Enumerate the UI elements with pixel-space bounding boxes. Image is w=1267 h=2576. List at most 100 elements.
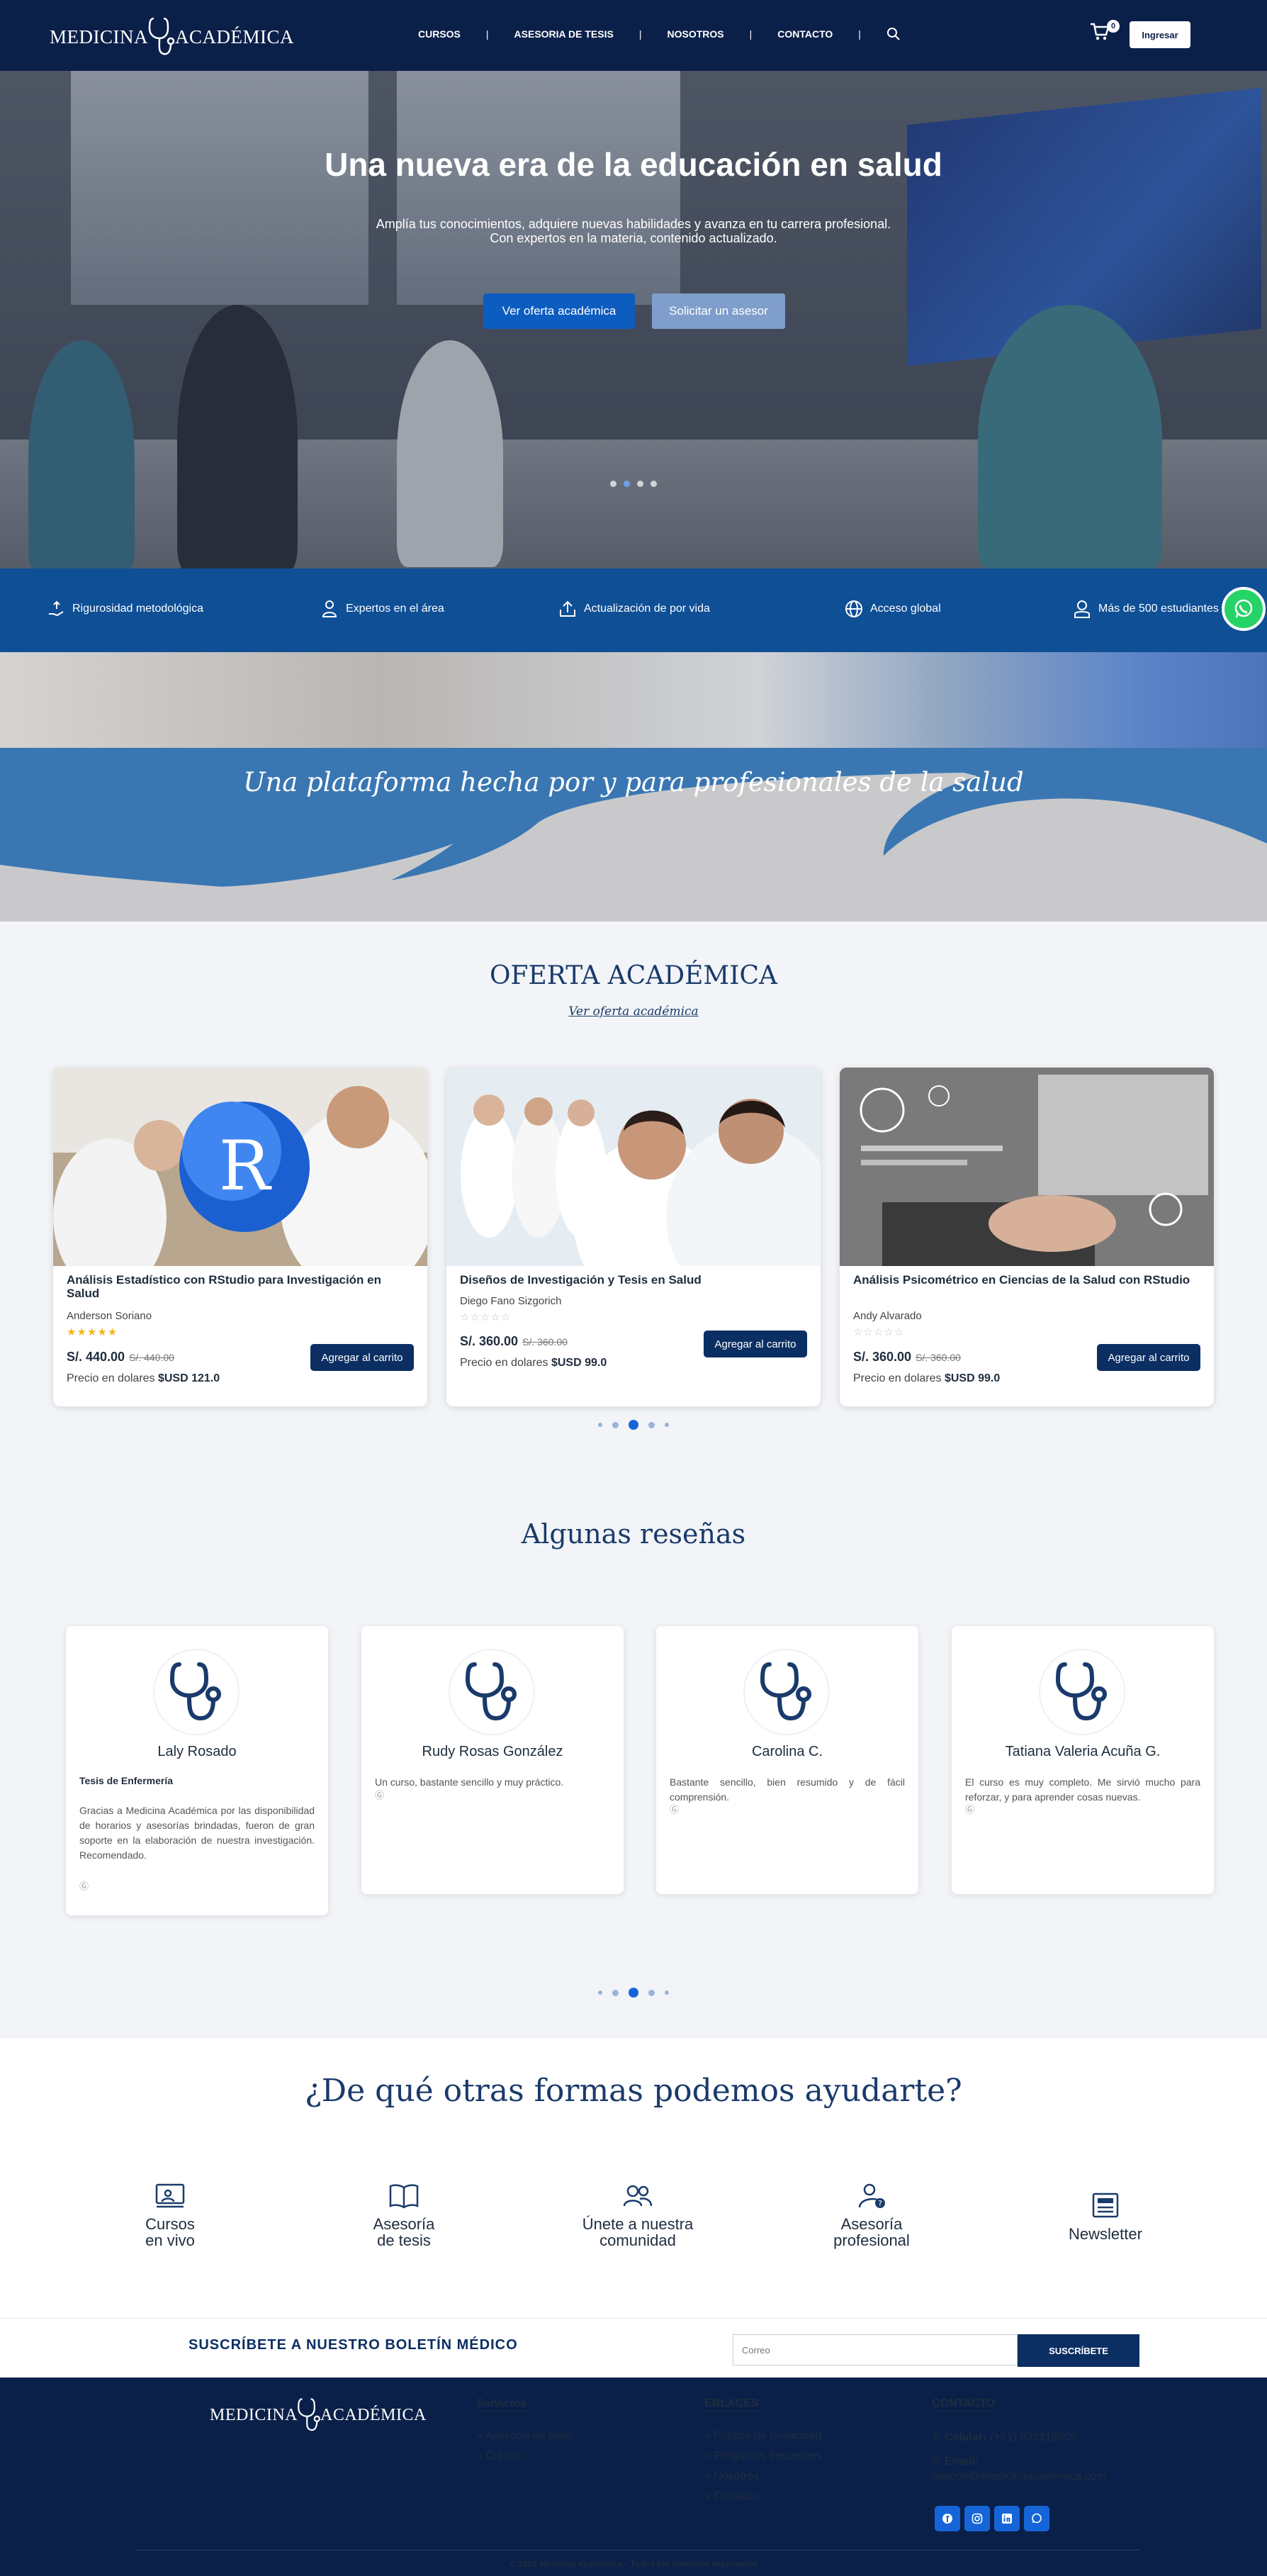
pager-dot[interactable]: [598, 1990, 602, 1995]
help-item-newsletter[interactable]: Newsletter: [1027, 2192, 1183, 2242]
footer-link-privacy[interactable]: » Política de privacidad: [704, 2430, 821, 2443]
stethoscope-icon: [1055, 1662, 1107, 1721]
logo-text-right: ACADÉMICA: [320, 2405, 427, 2424]
courses-pager: [0, 1420, 1267, 1430]
facebook-button[interactable]: [935, 2506, 960, 2531]
nav-contacto[interactable]: CONTACTO: [777, 28, 833, 40]
nav-separator: |: [638, 28, 642, 40]
stethoscope-icon: [169, 1662, 221, 1721]
add-to-cart-button[interactable]: Agregar al carrito: [1097, 1344, 1200, 1371]
nav-separator: |: [485, 28, 489, 40]
newsletter-email-input[interactable]: [733, 2334, 1018, 2365]
pager-dot-active[interactable]: [629, 1420, 638, 1430]
site-logo[interactable]: MEDICINA ACADÉMICA: [50, 16, 294, 58]
pager-dot[interactable]: [612, 1421, 619, 1428]
feature-item: Actualización de por vida: [558, 600, 710, 618]
help-item-line: profesional: [833, 2231, 910, 2249]
feature-item: Rigurosidad metodológica: [47, 600, 203, 618]
request-advisor-button[interactable]: Solicitar un asesor: [652, 293, 785, 329]
price-old: S/. 360.00: [916, 1352, 961, 1363]
hero-subtitle: Amplía tus conocimientos, adquiere nueva…: [0, 217, 1267, 245]
review-avatar: [1040, 1650, 1124, 1734]
pager-dot[interactable]: [665, 1990, 669, 1995]
help-item-line: Asesoría: [373, 2215, 435, 2233]
nav-cursos[interactable]: CURSOS: [418, 28, 461, 40]
usd-label: Precio en dolares: [67, 1372, 155, 1384]
carousel-dot[interactable]: [610, 481, 616, 487]
whatsapp-icon: [1234, 599, 1253, 618]
advisor-icon: ?: [858, 2183, 885, 2208]
carousel-dot[interactable]: [651, 481, 657, 487]
pager-dot[interactable]: [648, 1421, 655, 1428]
feature-label: Más de 500 estudiantes: [1098, 603, 1219, 615]
pager-dot-active[interactable]: [629, 1988, 638, 1998]
footer-link-about[interactable]: » Nosotros: [704, 2470, 759, 2483]
newsletter-title: SUSCRÍBETE A NUESTRO BOLETÍN MÉDICO: [188, 2337, 518, 2353]
pager-dot[interactable]: [612, 1989, 619, 1996]
nav-asesoria[interactable]: ASESORIA DE TESIS: [514, 28, 614, 40]
platform-banner: Una plataforma hecha por y para profesio…: [0, 652, 1267, 922]
view-offer-button[interactable]: Ver oferta académica: [483, 293, 635, 329]
logo-text-left: MEDICINA: [50, 26, 148, 47]
linkedin-button[interactable]: [994, 2506, 1020, 2531]
course-card[interactable]: Análisis Psicométrico en Ciencias de la …: [840, 1068, 1214, 1406]
email-icon: ✉: [932, 2455, 945, 2468]
price-current: S/. 360.00: [853, 1350, 912, 1364]
subscribe-button[interactable]: SUSCRÍBETE: [1018, 2334, 1139, 2367]
phone-icon: ✆: [932, 2431, 945, 2443]
cart-count-badge: 0: [1107, 20, 1120, 33]
course-title[interactable]: Análisis Psicométrico en Ciencias de la …: [853, 1273, 1200, 1287]
footer-link-contact[interactable]: » Contacto: [704, 2490, 759, 2503]
google-icon: Ⓖ: [670, 1804, 680, 1815]
course-author: Anderson Soriano: [67, 1310, 152, 1322]
course-card[interactable]: R Análisis Estadístico con RStudio para …: [53, 1068, 427, 1406]
add-to-cart-button[interactable]: Agregar al carrito: [704, 1331, 807, 1357]
footer-email[interactable]: soporte@medicinaacademica.com: [932, 2470, 1106, 2483]
help-item-professional-advice[interactable]: ? Asesoría profesional: [794, 2183, 950, 2249]
course-card[interactable]: Diseños de Investigación y Tesis en Salu…: [446, 1068, 821, 1406]
help-item-live-courses[interactable]: Cursos en vivo: [92, 2183, 248, 2249]
offer-title: OFERTA ACADÉMICA: [489, 961, 778, 990]
course-usd-price: Precio en dolares $USD 99.0: [853, 1372, 1000, 1385]
instagram-icon: [972, 2513, 983, 2524]
review-avatar: [154, 1650, 238, 1734]
feature-label: Actualización de por vida: [584, 603, 710, 615]
review-card: Tatiana Valeria Acuña G. El curso es muy…: [952, 1626, 1214, 1894]
search-icon[interactable]: [886, 27, 901, 41]
instagram-button[interactable]: [964, 2506, 990, 2531]
course-title[interactable]: Análisis Estadístico con RStudio para In…: [67, 1273, 414, 1300]
help-item-community[interactable]: Únete a nuestra comunidad: [560, 2183, 716, 2249]
book-icon: [389, 2184, 419, 2209]
review-text: El curso es muy completo. Me sirvió much…: [965, 1776, 1200, 1803]
reviewer-name: Rudy Rosas González: [422, 1744, 563, 1759]
view-offer-link[interactable]: Ver oferta académica: [0, 1004, 1267, 1019]
main-nav: CURSOS | ASESORIA DE TESIS | NOSOTROS | …: [418, 27, 901, 41]
course-price: S/. 360.00 S/. 360.00: [853, 1350, 961, 1365]
help-item-line: Asesoría: [840, 2215, 903, 2233]
pager-dot[interactable]: [648, 1989, 655, 1996]
footer-link-faq[interactable]: » Preguntas frecuentes: [704, 2450, 821, 2463]
course-title[interactable]: Diseños de Investigación y Tesis en Salu…: [460, 1273, 807, 1287]
live-course-icon: [155, 2183, 185, 2208]
footer-link-courses[interactable]: » Cursos: [476, 2450, 522, 2463]
pager-dot[interactable]: [665, 1423, 669, 1427]
whatsapp-float-button[interactable]: [1222, 587, 1266, 631]
svg-text:R: R: [219, 1126, 272, 1206]
add-to-cart-button[interactable]: Agregar al carrito: [310, 1344, 414, 1371]
student-icon: [1074, 600, 1090, 618]
google-icon: Ⓖ: [79, 1881, 89, 1891]
footer-links-title: ENLACES: [704, 2397, 759, 2409]
help-item-line: en vivo: [145, 2231, 195, 2249]
whatsapp-button[interactable]: [1024, 2506, 1049, 2531]
nav-nosotros[interactable]: NOSOTROS: [667, 28, 723, 40]
footer-logo[interactable]: MEDICINA ACADÉMICA: [210, 2396, 427, 2434]
price-current: S/. 440.00: [67, 1350, 125, 1364]
login-button[interactable]: Ingresar: [1130, 21, 1190, 48]
carousel-dot-active[interactable]: [624, 481, 630, 487]
linkedin-icon: [1002, 2514, 1012, 2524]
pager-dot[interactable]: [598, 1423, 602, 1427]
usd-value: $USD 99.0: [551, 1357, 607, 1369]
carousel-dot[interactable]: [637, 481, 643, 487]
help-item-thesis[interactable]: Asesoría de tesis: [326, 2183, 482, 2249]
footer-link-thesis[interactable]: » Asesoría de tesis: [476, 2430, 572, 2443]
